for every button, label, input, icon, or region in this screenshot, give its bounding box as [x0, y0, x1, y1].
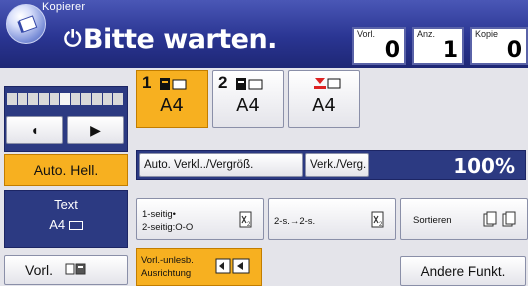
- duplex-label: 1-seitig• 2-seitig:O-O: [142, 209, 194, 233]
- density-buttons: ◖ ▶: [6, 116, 124, 144]
- original-type-button[interactable]: Text A4: [4, 190, 128, 248]
- tray-number: 1: [142, 73, 152, 92]
- landscape-paper-icon: [68, 221, 83, 230]
- tray-1-button[interactable]: 1 A4: [136, 70, 208, 128]
- original-settings-label: Vorl.: [25, 262, 54, 278]
- duplex-label: 2-s.→2-s.: [274, 216, 316, 227]
- auto-density-button[interactable]: Auto. Hell.: [4, 154, 128, 186]
- tray-paper-size: A4: [160, 95, 184, 116]
- app-title: Kopierer: [42, 1, 86, 13]
- original-stack-icon: [65, 262, 87, 279]
- tray-paper-icon: [235, 77, 265, 96]
- orientation-button[interactable]: Vorl.-unlesb. Ausrichtung: [136, 248, 262, 286]
- counter-value: 0: [506, 38, 522, 63]
- auto-reduce-enlarge-button[interactable]: Auto. Verkl../Vergröß.: [139, 153, 303, 177]
- other-functions-button[interactable]: Andere Funkt.: [400, 256, 526, 286]
- duplex-icon: 2: [239, 211, 255, 232]
- duplex-icon: 2: [371, 211, 387, 232]
- copies-counter: Kopie 0: [470, 27, 528, 65]
- bypass-tray-button[interactable]: A4: [288, 70, 360, 128]
- counter-label: Vorl.: [357, 29, 376, 39]
- tray-paper-icon: [159, 77, 189, 96]
- density-indicator: [7, 93, 124, 105]
- darker-button[interactable]: ▶: [67, 116, 124, 144]
- sort-icon: [483, 211, 521, 232]
- originals-counter: Vorl. 0: [352, 27, 406, 65]
- paper-tray-selector: 1 A4 2 A4 A4: [136, 70, 372, 128]
- zoom-ratio: 100%: [453, 154, 515, 178]
- counter-label: Anz.: [417, 29, 436, 39]
- power-icon: ⏻: [64, 27, 81, 52]
- reduce-enlarge-row: Auto. Verkl../Vergröß. Verk./Verg. 100%: [136, 150, 526, 180]
- bypass-tray-icon: [313, 77, 343, 96]
- duplex-row: 1-seitig• 2-seitig:O-O 2 2-s.→2-s. 2 Sor…: [136, 198, 528, 242]
- reduce-enlarge-button[interactable]: Verk./Verg.: [305, 153, 369, 177]
- tray-2-button[interactable]: 2 A4: [212, 70, 284, 128]
- darker-icon: ▶: [90, 121, 101, 138]
- counter-label: Kopie: [475, 29, 499, 39]
- original-type-label: Text: [54, 197, 78, 212]
- counter-value: 1: [442, 38, 458, 63]
- original-size-label: A4: [5, 217, 127, 232]
- orientation-icon: [215, 257, 251, 278]
- original-settings-button[interactable]: Vorl.: [4, 255, 128, 285]
- quantity-counter: Anz. 1: [412, 27, 464, 65]
- two-sided-to-two-sided-button[interactable]: 2-s.→2-s. 2: [268, 198, 396, 240]
- one-sided-to-two-sided-button[interactable]: 1-seitig• 2-seitig:O-O 2: [136, 198, 264, 240]
- tray-paper-size: A4: [236, 95, 260, 116]
- sort-button[interactable]: Sortieren: [400, 198, 528, 240]
- tray-number: 2: [218, 73, 228, 92]
- tray-paper-size: A4: [312, 95, 336, 116]
- copier-app-icon: [6, 4, 46, 44]
- counter-value: 0: [384, 38, 400, 63]
- copier-panel: Kopierer ⏻Bitte warten. Vorl. 0 Anz. 1 K…: [0, 0, 528, 286]
- lighter-button[interactable]: ◖: [6, 116, 63, 144]
- status-message: ⏻Bitte warten.: [64, 20, 277, 60]
- header-bar: Kopierer ⏻Bitte warten. Vorl. 0 Anz. 1 K…: [0, 0, 528, 68]
- lighter-icon: ◖: [30, 122, 39, 138]
- status-label: Bitte warten.: [82, 24, 278, 55]
- orientation-label: Vorl.-unlesb. Ausrichtung: [141, 255, 194, 279]
- sort-label: Sortieren: [413, 215, 452, 226]
